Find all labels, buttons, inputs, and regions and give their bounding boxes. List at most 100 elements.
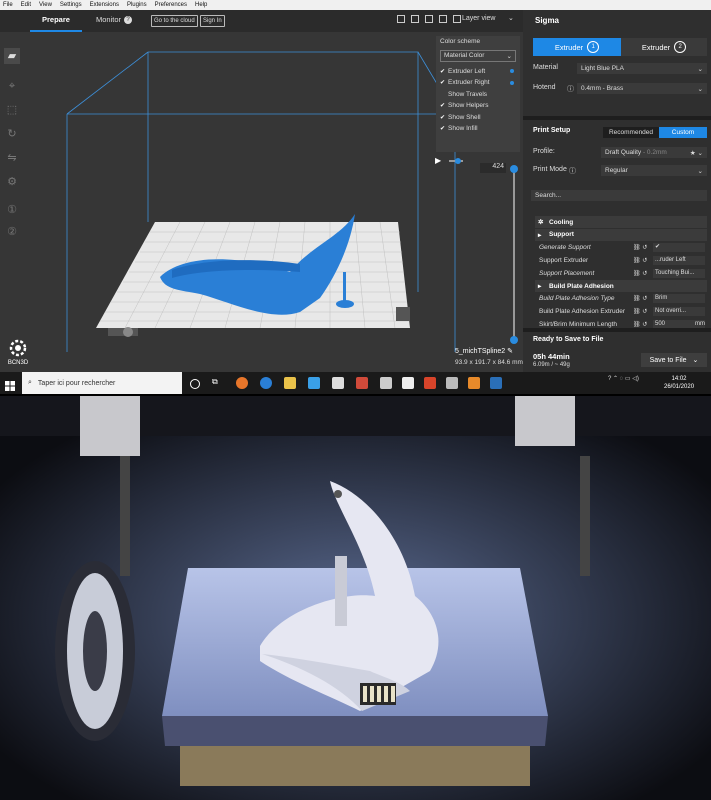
- app-icon[interactable]: [468, 377, 480, 389]
- menu-view[interactable]: View: [39, 0, 52, 10]
- help-icon[interactable]: ?: [124, 16, 132, 24]
- view-top-icon[interactable]: [425, 15, 433, 23]
- cura-taskbar-icon[interactable]: [490, 377, 502, 389]
- office-icon[interactable]: [424, 377, 436, 389]
- firefox-icon[interactable]: [236, 377, 248, 389]
- edit-pencil-icon[interactable]: ✎: [507, 348, 513, 355]
- extruder-1-tab[interactable]: Extruder 1: [533, 38, 621, 56]
- setting-value[interactable]: ...ruder Left: [653, 255, 705, 265]
- print-settings-sidebar: Sigma Extruder 1 Extruder 2 Material Light…: [523, 10, 711, 372]
- extruder-2-tab[interactable]: Extruder 2: [621, 38, 707, 56]
- extruder-2-icon[interactable]: ②: [4, 224, 20, 240]
- windows-start-icon[interactable]: [5, 378, 15, 391]
- toggle-extruder-left[interactable]: ✔ Extruder Left: [436, 66, 520, 78]
- tab-monitor[interactable]: Monitor: [96, 15, 121, 24]
- toggle-show-travels[interactable]: Show Travels: [436, 89, 520, 101]
- mirror-tool-icon[interactable]: ⇋: [4, 150, 20, 166]
- setting-value[interactable]: Brim: [653, 294, 705, 304]
- setting-value[interactable]: Touching Bui...: [653, 268, 705, 278]
- save-to-file-button[interactable]: Save to File ⌄: [641, 353, 707, 367]
- menu-plugins[interactable]: Plugins: [127, 0, 147, 10]
- layer-number-field[interactable]: 424: [480, 163, 506, 173]
- cooling-icon: ✲: [538, 219, 544, 226]
- hotend-label: Hotend: [533, 84, 556, 91]
- link-reset-icon[interactable]: ⛓ ↺: [633, 270, 647, 277]
- setting-row[interactable]: Support Placement ⛓ ↺ Touching Bui...: [535, 267, 707, 279]
- menu-extensions[interactable]: Extensions: [90, 0, 119, 10]
- sign-in-button[interactable]: Sign In: [200, 15, 225, 27]
- path-slider-handle[interactable]: [455, 158, 461, 164]
- setting-row[interactable]: Build Plate Adhesion Type ⛓ ↺ Brim: [535, 293, 707, 305]
- file-explorer-icon[interactable]: [284, 377, 296, 389]
- star-icon[interactable]: ★ ⌄: [690, 149, 703, 157]
- material-label: Material: [533, 64, 558, 71]
- scale-tool-icon[interactable]: ⬚: [4, 102, 20, 118]
- settings-category[interactable]: Build Plate Adhesion ▸: [535, 280, 707, 292]
- setting-row[interactable]: Generate Support ⛓ ↺ ✔: [535, 242, 707, 254]
- custom-mode-button[interactable]: Custom: [659, 127, 707, 138]
- layer-slider-bottom-handle[interactable]: [510, 336, 518, 344]
- link-reset-icon[interactable]: ⛓ ↺: [633, 308, 647, 315]
- toggle-show-helpers[interactable]: ✔ Show Helpers: [436, 100, 520, 112]
- menu-file[interactable]: File: [3, 0, 13, 10]
- app-icon[interactable]: [446, 377, 458, 389]
- menu-preferences[interactable]: Preferences: [155, 0, 187, 10]
- info-icon[interactable]: ⓘ: [567, 84, 574, 94]
- printed-part-photo: [0, 396, 711, 800]
- setting-value[interactable]: Not overri...: [653, 307, 705, 317]
- profile-dropdown[interactable]: Draft Quality - 0.2mm ★ ⌄: [601, 147, 707, 158]
- link-reset-icon[interactable]: ⛓ ↺: [633, 257, 647, 264]
- move-tool-icon[interactable]: ⌖: [4, 78, 20, 94]
- material-dropdown[interactable]: Light Blue PLA ⌄: [577, 63, 707, 74]
- toggle-extruder-right[interactable]: ✔ Extruder Right: [436, 77, 520, 89]
- setting-value[interactable]: ✔: [653, 243, 705, 253]
- recommended-mode-button[interactable]: Recommended: [603, 127, 659, 138]
- play-icon[interactable]: ▶: [435, 156, 441, 165]
- view-3d-icon[interactable]: [397, 15, 405, 23]
- print-mode-label: Print Mode: [533, 166, 567, 173]
- link-reset-icon[interactable]: ⛓ ↺: [633, 321, 647, 328]
- mail-icon[interactable]: [332, 377, 344, 389]
- toggle-show-shell[interactable]: ✔ Show Shell: [436, 112, 520, 124]
- rotate-tool-icon[interactable]: ↻: [4, 126, 20, 142]
- hotend-dropdown[interactable]: 0.4mm - Brass ⌄: [577, 83, 707, 94]
- view-front-icon[interactable]: [411, 15, 419, 23]
- link-reset-icon[interactable]: ⛓ ↺: [633, 244, 647, 251]
- app-icon[interactable]: [402, 377, 414, 389]
- view-left-icon[interactable]: [439, 15, 447, 23]
- per-model-settings-icon[interactable]: ⚙: [4, 174, 20, 190]
- settings-search-input[interactable]: Search...: [531, 190, 707, 201]
- link-reset-icon[interactable]: ⛓ ↺: [633, 295, 647, 302]
- settings-category[interactable]: Support ▸: [535, 228, 707, 241]
- store-icon[interactable]: [308, 377, 320, 389]
- dropbox-icon[interactable]: [380, 377, 392, 389]
- layer-slider-top-handle[interactable]: [510, 165, 518, 173]
- layer-slider-track[interactable]: [513, 168, 515, 340]
- cortana-icon[interactable]: [190, 379, 200, 389]
- task-view-icon[interactable]: ⧉: [212, 377, 224, 389]
- settings-category[interactable]: Cooling ✲: [535, 216, 707, 228]
- menu-help[interactable]: Help: [195, 0, 207, 10]
- search-placeholder: Taper ici pour rechercher: [37, 379, 116, 387]
- print-mode-dropdown[interactable]: Regular ⌄: [601, 165, 707, 176]
- system-tray[interactable]: ? ⌃ ◌ ▭ ◁): [608, 375, 639, 382]
- view-right-icon[interactable]: [453, 15, 461, 23]
- info-icon[interactable]: ⓘ: [569, 166, 576, 176]
- taskbar-search-input[interactable]: ⌕ Taper ici pour rechercher: [22, 372, 182, 394]
- open-file-icon[interactable]: ▰: [4, 48, 20, 64]
- setting-row[interactable]: Build Plate Adhesion Extruder ⛓ ↺ Not over…: [535, 306, 707, 318]
- checkbox-icon: ✔: [440, 114, 446, 121]
- view-type-dropdown[interactable]: Layer view: [462, 15, 495, 22]
- edge-icon[interactable]: [260, 377, 272, 389]
- setting-label: Skirt/Brim Minimum Length: [539, 320, 618, 328]
- tab-prepare[interactable]: Prepare: [42, 15, 70, 24]
- go-to-cloud-button[interactable]: Go to the cloud: [151, 15, 198, 27]
- toggle-show-infill[interactable]: ✔ Show Infill: [436, 123, 520, 135]
- app-icon[interactable]: [356, 377, 368, 389]
- color-scheme-dropdown[interactable]: Material Color ⌄: [440, 49, 516, 62]
- extruder-1-icon[interactable]: ①: [4, 202, 20, 218]
- menu-edit[interactable]: Edit: [21, 0, 31, 10]
- setting-row[interactable]: Support Extruder ⛓ ↺ ...ruder Left: [535, 254, 707, 266]
- menu-settings[interactable]: Settings: [60, 0, 82, 10]
- taskbar-clock[interactable]: 14:02 26/01/2020: [664, 375, 694, 391]
